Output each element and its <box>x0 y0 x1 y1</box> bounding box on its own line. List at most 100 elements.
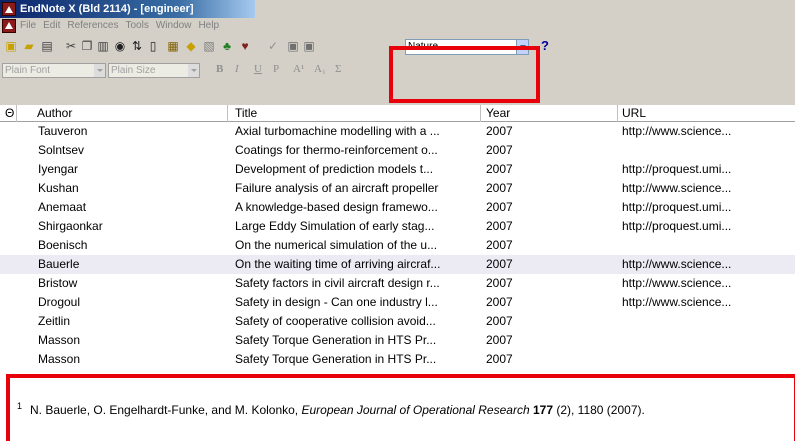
cell-year: 2007 <box>486 276 513 290</box>
column-header-url[interactable]: URL <box>618 105 795 122</box>
cell-year: 2007 <box>486 181 513 195</box>
cell-url: http://www.science... <box>622 124 732 138</box>
find-icon[interactable]: ◉ <box>113 39 127 53</box>
cell-url <box>622 331 782 350</box>
cell-author: Boenisch <box>38 238 88 252</box>
cell-year: 2007 <box>486 124 513 138</box>
table-row[interactable]: Anemaat A knowledge-based design framewo.… <box>0 198 795 217</box>
cell-author: Tauveron <box>38 124 88 138</box>
table-row[interactable]: Masson Safety Torque Generation in HTS Pr… <box>0 350 795 369</box>
image-icon[interactable]: ▣ <box>286 39 300 53</box>
column-header-author[interactable]: Author <box>17 105 228 122</box>
cell-year: 2007 <box>486 219 513 233</box>
menu-edit[interactable]: Edit <box>43 20 60 31</box>
column-header-attachment[interactable]: Θ <box>0 105 17 122</box>
cell-title: Safety of cooperative collision avoid... <box>235 314 436 328</box>
window-title: EndNote X (Bld 2114) - [engineer] <box>20 3 194 15</box>
subscript-button[interactable]: A₁ <box>314 63 326 75</box>
preview-highlight-box <box>6 374 795 441</box>
table-row[interactable]: Bauerle On the waiting time of arriving a… <box>0 255 795 274</box>
font-value: Plain Font <box>5 65 51 76</box>
column-header-title[interactable]: Title <box>228 105 481 122</box>
cell-title: Safety Torque Generation in HTS Pr... <box>235 333 437 347</box>
menu-references[interactable]: References <box>67 20 118 31</box>
size-select[interactable]: Plain Size <box>108 63 200 78</box>
cell-url <box>622 350 782 369</box>
new-library-icon[interactable]: ▣ <box>4 39 18 53</box>
superscript-button[interactable]: A¹ <box>293 63 304 75</box>
copy-icon[interactable]: ❐ <box>80 39 94 53</box>
table-row[interactable]: Drogoul Safety in design - Can one indust… <box>0 293 795 312</box>
paste-icon[interactable]: ▥ <box>96 39 110 53</box>
italic-button[interactable]: I <box>235 63 239 75</box>
underline-button[interactable]: U <box>254 63 262 75</box>
object-icon[interactable]: ▣ <box>302 39 316 53</box>
table-row[interactable]: Iyengar Development of prediction models … <box>0 160 795 179</box>
cell-year: 2007 <box>486 352 513 366</box>
table-row[interactable]: Boenisch On the numerical simulation of t… <box>0 236 795 255</box>
menu-file[interactable]: File <box>20 20 36 31</box>
abc-icon[interactable]: ✓ <box>266 39 280 53</box>
chevron-down-icon[interactable] <box>188 64 199 77</box>
chevron-down-icon[interactable] <box>94 64 105 77</box>
cell-year: 2007 <box>486 295 513 309</box>
help-icon[interactable]: ? <box>541 38 549 53</box>
title-bar[interactable]: EndNote X (Bld 2114) - [engineer] <box>0 0 255 18</box>
table-row[interactable]: Zeitlin Safety of cooperative collision a… <box>0 312 795 331</box>
print-icon[interactable]: ▤ <box>40 39 54 53</box>
cell-title: Safety factors in civil aircraft design … <box>235 276 440 290</box>
online-search-icon[interactable]: ◆ <box>184 39 198 53</box>
cell-url: http://www.science... <box>622 181 732 195</box>
cell-url: http://proquest.umi... <box>622 162 732 176</box>
size-value: Plain Size <box>111 65 156 76</box>
column-header-year[interactable]: Year <box>481 105 618 122</box>
cell-author: Anemaat <box>38 200 87 214</box>
table-row[interactable]: Shirgaonkar Large Eddy Simulation of earl… <box>0 217 795 236</box>
menu-window[interactable]: Window <box>156 20 192 31</box>
table-row[interactable]: Masson Safety Torque Generation in HTS Pr… <box>0 331 795 350</box>
table-header: Θ Author Title Year URL <box>0 105 795 122</box>
cell-author: Bauerle <box>38 257 80 271</box>
table-row[interactable]: Bristow Safety factors in civil aircraft … <box>0 274 795 293</box>
cell-author: Zeitlin <box>38 314 71 328</box>
cell-author: Drogoul <box>38 295 81 309</box>
cell-year: 2007 <box>486 143 513 157</box>
cut-icon[interactable]: ✂ <box>64 39 78 53</box>
endnote-app-icon <box>2 2 16 16</box>
cell-url: http://proquest.umi... <box>622 219 732 233</box>
cell-title: Failure analysis of an aircraft propelle… <box>235 181 439 195</box>
insert-citation-icon[interactable]: ▧ <box>202 39 216 53</box>
table-row[interactable]: Kushan Failure analysis of an aircraft pr… <box>0 179 795 198</box>
plain-button[interactable]: P <box>273 63 279 75</box>
table-row[interactable]: Solntsev Coatings for thermo-reinforcemen… <box>0 141 795 160</box>
sort-icon[interactable]: ⇅ <box>130 39 144 53</box>
cell-year: 2007 <box>486 238 513 252</box>
open-library-icon[interactable]: ▰ <box>22 39 36 53</box>
cell-title: Development of prediction models t... <box>235 162 434 176</box>
spell-check-icon[interactable]: ♥ <box>238 39 252 53</box>
symbol-button[interactable]: Σ <box>335 63 341 75</box>
cell-title: Axial turbomachine modelling with a ... <box>235 124 440 138</box>
cell-author: Masson <box>38 333 81 347</box>
style-highlight-box <box>389 46 540 103</box>
cell-author: Masson <box>38 352 81 366</box>
cell-title: Large Eddy Simulation of early stag... <box>235 219 435 233</box>
cell-url <box>622 236 782 255</box>
table-row[interactable]: Tauveron Axial turbomachine modelling wit… <box>0 122 795 141</box>
cell-author: Kushan <box>38 181 79 195</box>
menu-tools[interactable]: Tools <box>126 20 149 31</box>
cell-title: On the numerical simulation of the u... <box>235 238 438 252</box>
format-bibliography-icon[interactable]: ▦ <box>166 39 180 53</box>
bold-button[interactable]: B <box>216 63 223 75</box>
reference-table: Θ Author Title Year URL Tauveron Axial tu… <box>0 105 795 375</box>
cell-author: Shirgaonkar <box>38 219 103 233</box>
document-menu-icon[interactable] <box>2 19 16 33</box>
font-select[interactable]: Plain Font <box>2 63 106 78</box>
cell-year: 2007 <box>486 314 513 328</box>
cell-url <box>622 312 782 331</box>
go-to-word-icon[interactable]: ♣ <box>220 39 234 53</box>
show-all-icon[interactable]: ▯ <box>146 39 160 53</box>
menu-bar: File Edit References Tools Window Help <box>0 18 795 35</box>
cell-year: 2007 <box>486 333 513 347</box>
menu-help[interactable]: Help <box>198 20 219 31</box>
